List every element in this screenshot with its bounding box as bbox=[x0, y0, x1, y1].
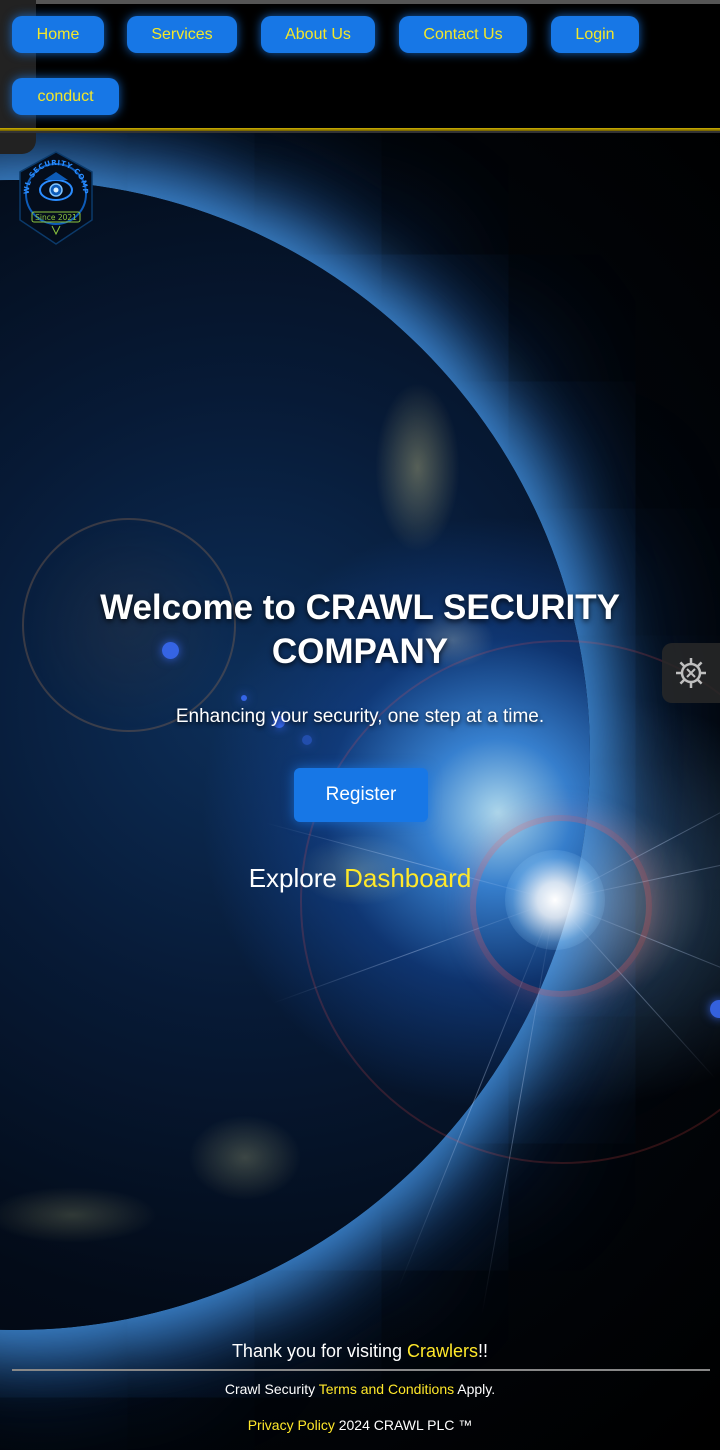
register-button[interactable]: Register bbox=[294, 768, 428, 822]
settings-button[interactable] bbox=[662, 643, 720, 703]
nav-conduct-button[interactable]: conduct bbox=[12, 78, 119, 115]
nav-login-button[interactable]: Login bbox=[551, 16, 639, 53]
hero-title-line1: Welcome to CRAWL SECURITY bbox=[100, 588, 620, 627]
terms-suffix: Apply. bbox=[454, 1381, 496, 1397]
explore-prefix: Explore bbox=[248, 863, 345, 893]
terms-line: Crawl Security Terms and Conditions Appl… bbox=[60, 1380, 660, 1398]
crawlers-link[interactable]: Crawlers bbox=[407, 1341, 478, 1361]
header-divider-shadow bbox=[0, 131, 720, 133]
thanks-prefix: Thank you for visiting bbox=[231, 1341, 408, 1361]
terms-link[interactable]: Terms and Conditions bbox=[319, 1381, 454, 1397]
nav-contact-button[interactable]: Contact Us bbox=[399, 16, 527, 53]
nav-services-button[interactable]: Services bbox=[127, 16, 237, 53]
explore-line: Explore Dashboard bbox=[60, 862, 660, 894]
flare-dot bbox=[241, 695, 247, 701]
hero-subtitle: Enhancing your security, one step at a t… bbox=[175, 706, 545, 727]
nav-about-button[interactable]: About Us bbox=[261, 16, 375, 53]
copyright-line: Privacy Policy 2024 CRAWL PLC ™ bbox=[60, 1416, 660, 1434]
logo-since-text: Since 2021 bbox=[35, 213, 77, 222]
hero-title: Welcome to CRAWL SECURITY COMPANY bbox=[60, 586, 660, 674]
footer-divider bbox=[12, 1369, 710, 1371]
gear-icon bbox=[676, 658, 706, 688]
nav-home-button[interactable]: Home bbox=[12, 16, 104, 53]
flare-dot bbox=[302, 735, 312, 745]
company-logo[interactable]: CRAWL SECURITY COMPANY Since 2021 bbox=[16, 150, 96, 246]
hero-title-line2: COMPANY bbox=[271, 632, 449, 671]
copyright-text: 2024 CRAWL PLC ™ bbox=[334, 1417, 473, 1433]
thanks-message: Thank you for visiting Crawlers!! bbox=[60, 1340, 660, 1362]
thanks-suffix: !! bbox=[478, 1341, 489, 1361]
dashboard-link[interactable]: Dashboard bbox=[344, 863, 471, 893]
page: Home Services About Us Contact Us Login … bbox=[0, 0, 720, 1450]
privacy-policy-link[interactable]: Privacy Policy bbox=[248, 1417, 335, 1433]
terms-prefix: Crawl Security bbox=[224, 1381, 319, 1397]
